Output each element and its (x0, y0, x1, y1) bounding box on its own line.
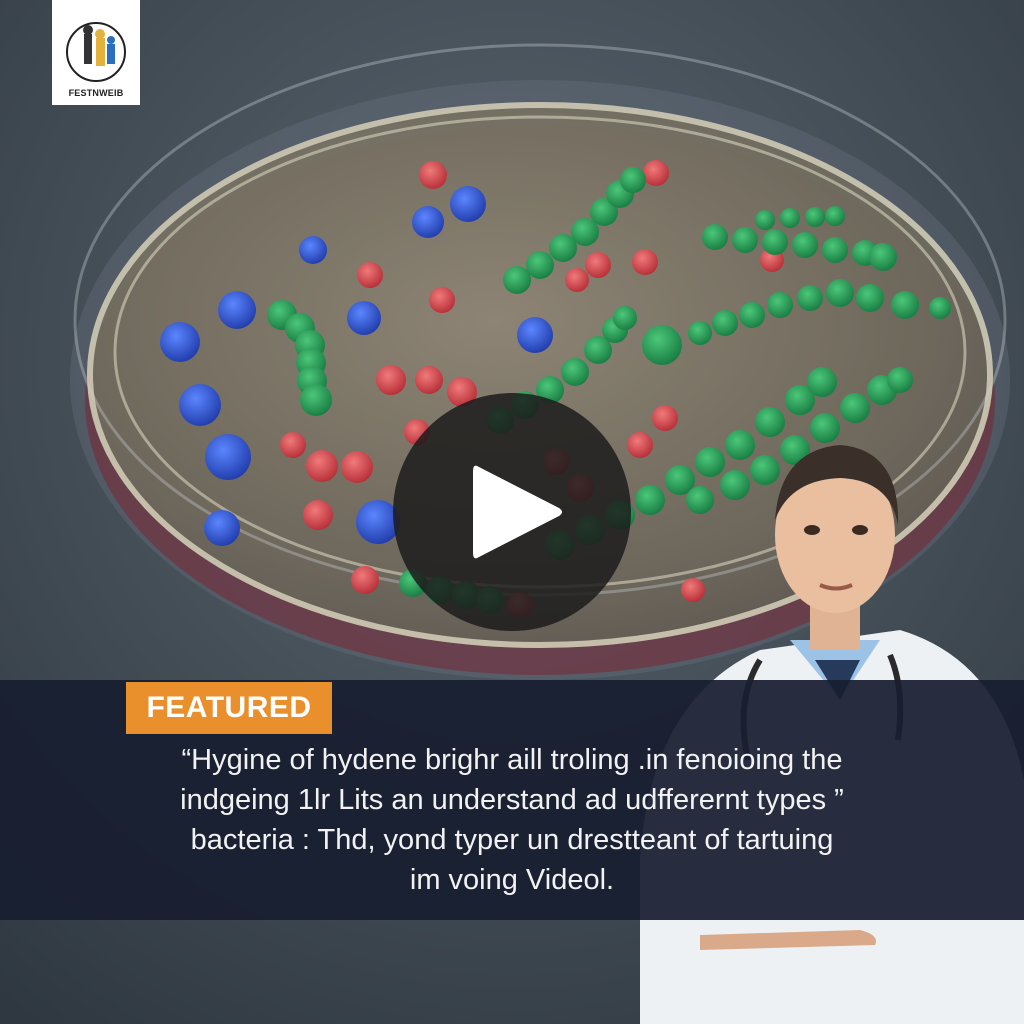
video-caption: “Hygine of hydene brighr aill troling .i… (112, 740, 912, 900)
caption-line: im voing Videol. (409, 864, 615, 896)
caption-line: “Hygine of hydene brighr aill troling .i… (181, 744, 843, 776)
play-icon (473, 465, 562, 559)
video-thumbnail[interactable]: FESTNWEIB FEATURED “Hygine of hydene bri… (0, 0, 1024, 1024)
play-button[interactable] (393, 393, 631, 631)
scientists-emblem-icon (66, 22, 126, 82)
brand-logo[interactable]: FESTNWEIB (52, 0, 140, 105)
featured-badge: FEATURED (126, 682, 332, 734)
caption-line: indgeing 1lr Lits an understand ad udffe… (180, 784, 844, 816)
brand-name: FESTNWEIB (68, 88, 124, 98)
caption-line: bacteria : Thd, yond typer un drestteant… (190, 824, 834, 856)
